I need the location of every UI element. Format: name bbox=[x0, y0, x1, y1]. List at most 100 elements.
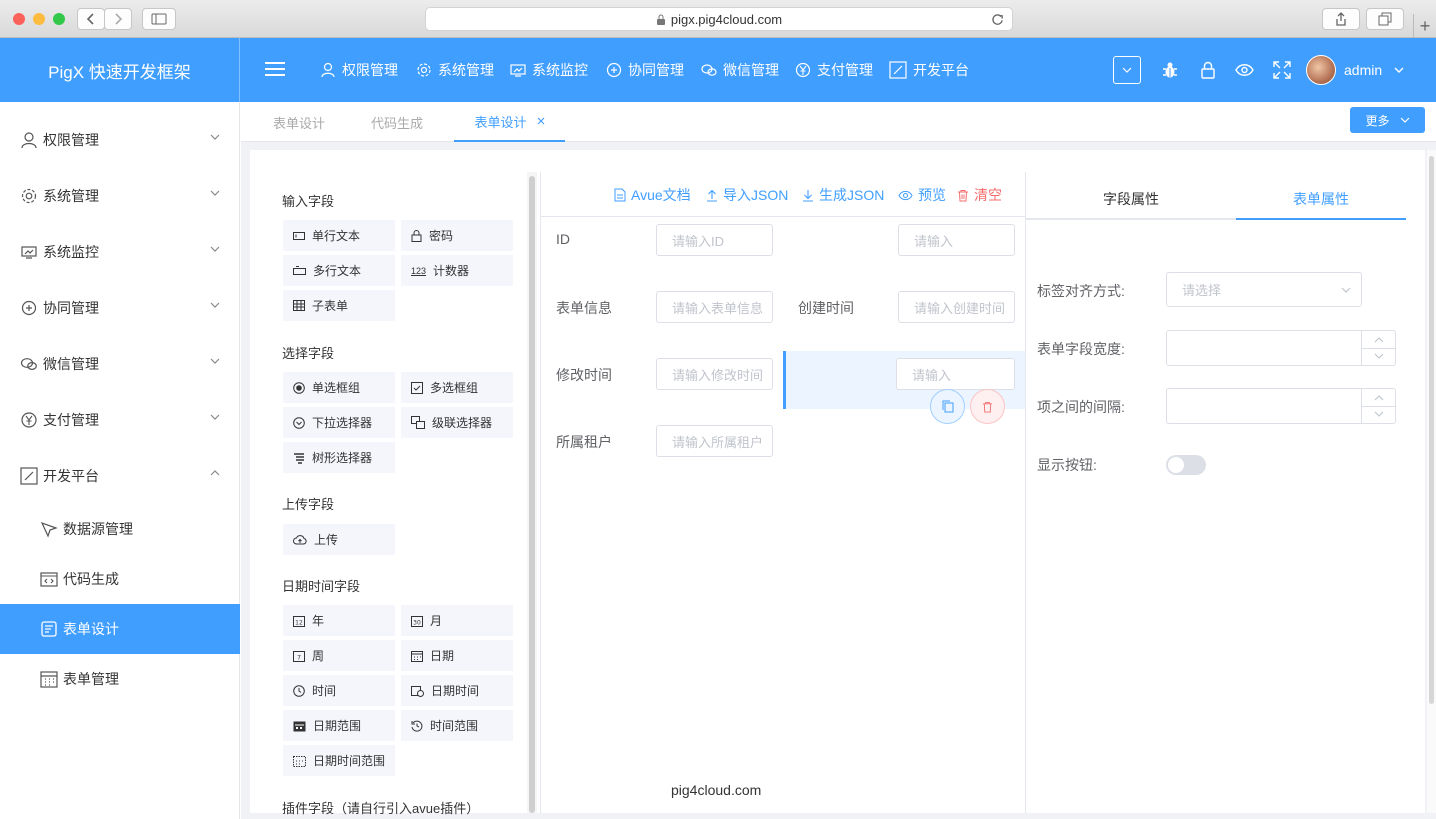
avue-docs-link[interactable]: Avue文档 bbox=[614, 180, 691, 210]
sidebar-subitem-datasource[interactable]: 数据源管理 bbox=[0, 504, 240, 554]
top-menu-devplatform[interactable]: 开发平台 bbox=[889, 38, 969, 102]
hamburger-icon[interactable] bbox=[264, 61, 286, 77]
chevron-up-icon[interactable] bbox=[1374, 395, 1384, 401]
field-year[interactable]: 12 年 bbox=[283, 605, 395, 636]
page-scrollbar[interactable] bbox=[1427, 150, 1436, 813]
user-menu[interactable]: admin bbox=[1344, 38, 1404, 102]
sidebar-item-payment[interactable]: 支付管理 bbox=[0, 392, 240, 448]
form-input-modified[interactable]: 请输入修改时间 bbox=[656, 358, 773, 390]
clear-button[interactable]: 清空 bbox=[957, 180, 1002, 210]
section-title-select: 选择字段 bbox=[282, 346, 335, 361]
form-input-unlabeled[interactable]: 请输入 bbox=[898, 224, 1015, 256]
address-bar[interactable]: pigx.pig4cloud.com bbox=[425, 7, 1013, 31]
page-scrollbar-thumb[interactable] bbox=[1429, 156, 1434, 704]
field-cascader[interactable]: 级联选择器 bbox=[401, 407, 513, 438]
field-single-text[interactable]: 单行文本 bbox=[283, 220, 395, 251]
close-icon[interactable] bbox=[537, 117, 545, 125]
sidebar-item-devplatform[interactable]: 开发平台 bbox=[0, 448, 240, 504]
sidebar-subitem-codegen[interactable]: 代码生成 bbox=[0, 554, 240, 604]
fullscreen-icon[interactable] bbox=[1273, 61, 1291, 79]
prop-select-align[interactable]: 请选择 bbox=[1166, 272, 1362, 307]
sidebar-item-monitor[interactable]: 系统监控 bbox=[0, 224, 240, 280]
lock-icon bbox=[411, 229, 422, 242]
tree-icon bbox=[294, 452, 304, 464]
show-button-switch[interactable] bbox=[1166, 455, 1206, 475]
sidebar-toggle-button[interactable] bbox=[142, 8, 176, 30]
new-tab-button[interactable]: + bbox=[1413, 14, 1436, 38]
number-stepper[interactable] bbox=[1361, 331, 1395, 365]
sidebar-item-permissions[interactable]: 权限管理 bbox=[0, 112, 240, 168]
sidebar-item-wechat[interactable]: 微信管理 bbox=[0, 336, 240, 392]
tabs-overview-button[interactable] bbox=[1366, 8, 1404, 30]
field-week[interactable]: 7周 bbox=[283, 640, 395, 671]
top-menu-collab[interactable]: 协同管理 bbox=[606, 38, 684, 102]
import-json-button[interactable]: 导入JSON bbox=[706, 180, 788, 210]
tab-form-props[interactable]: 表单属性 bbox=[1236, 180, 1406, 220]
tab-formdesign-active[interactable]: 表单设计 bbox=[454, 102, 565, 142]
eye-icon[interactable] bbox=[1235, 63, 1254, 77]
chevron-down-icon[interactable] bbox=[1374, 353, 1384, 359]
chevron-down-icon bbox=[1394, 67, 1404, 73]
top-menu-payment[interactable]: 支付管理 bbox=[795, 38, 873, 102]
top-menu-permissions[interactable]: 权限管理 bbox=[320, 38, 398, 102]
number-stepper[interactable] bbox=[1361, 389, 1395, 423]
top-menu-wechat[interactable]: 微信管理 bbox=[701, 38, 779, 102]
close-window-button[interactable] bbox=[13, 13, 25, 25]
sidebar-subitem-formmanage[interactable]: 表单管理 bbox=[0, 654, 240, 704]
share-button[interactable] bbox=[1322, 8, 1360, 30]
field-tree-select[interactable]: 树形选择器 bbox=[283, 442, 395, 473]
collab-icon bbox=[21, 300, 37, 316]
sidebar-subitem-label: 代码生成 bbox=[63, 571, 119, 587]
dropdown-toggle-button[interactable] bbox=[1113, 56, 1141, 84]
prop-number-width[interactable] bbox=[1166, 330, 1396, 366]
back-button[interactable] bbox=[77, 8, 105, 30]
tab-formdesign-1[interactable]: 表单设计 bbox=[273, 102, 325, 142]
reload-icon[interactable] bbox=[991, 13, 1004, 26]
prop-number-gutter[interactable] bbox=[1166, 388, 1396, 424]
form-input-info[interactable]: 请输入表单信息 bbox=[656, 291, 773, 323]
field-counter[interactable]: 123 计数器 bbox=[401, 255, 513, 286]
sidebar-item-system[interactable]: 系统管理 bbox=[0, 168, 240, 224]
form-input-created[interactable]: 请输入创建时间 bbox=[898, 291, 1015, 323]
field-date-range[interactable]: 日期范围 bbox=[283, 710, 395, 741]
field-upload[interactable]: 上传 bbox=[283, 524, 395, 555]
field-datetime[interactable]: 日期时间 bbox=[401, 675, 513, 706]
preview-button[interactable]: 预览 bbox=[898, 180, 946, 210]
field-select[interactable]: 下拉选择器 bbox=[283, 407, 395, 438]
copy-field-button[interactable] bbox=[930, 389, 965, 424]
field-textarea[interactable]: 多行文本 bbox=[283, 255, 395, 286]
field-checkbox-group[interactable]: 多选框组 bbox=[401, 372, 513, 403]
forward-button[interactable] bbox=[104, 8, 132, 30]
more-button[interactable]: 更多 bbox=[1350, 107, 1425, 133]
field-radio-group[interactable]: 单选框组 bbox=[283, 372, 395, 403]
sidebar-item-collab[interactable]: 协同管理 bbox=[0, 280, 240, 336]
chevron-up-icon[interactable] bbox=[1374, 337, 1384, 343]
top-menu-system[interactable]: 系统管理 bbox=[416, 38, 494, 102]
sidebar-subitem-formdesign[interactable]: 表单设计 bbox=[0, 604, 240, 654]
field-subform[interactable]: 子表单 bbox=[283, 290, 395, 321]
lock-icon[interactable] bbox=[1200, 61, 1216, 79]
field-time-range[interactable]: 时间范围 bbox=[401, 710, 513, 741]
top-menu-monitor[interactable]: 系统监控 bbox=[510, 38, 588, 102]
tab-codegen[interactable]: 代码生成 bbox=[371, 102, 423, 142]
maximize-window-button[interactable] bbox=[53, 13, 65, 25]
minimize-window-button[interactable] bbox=[33, 13, 45, 25]
generate-json-button[interactable]: 生成JSON bbox=[802, 180, 884, 210]
palette-scrollbar[interactable] bbox=[527, 172, 537, 813]
delete-field-button[interactable] bbox=[970, 389, 1005, 424]
form-input-selected[interactable]: 请输入 bbox=[896, 358, 1015, 390]
field-month[interactable]: 30 月 bbox=[401, 605, 513, 636]
field-datetime-range[interactable]: 日期时间范围 bbox=[283, 745, 395, 776]
form-input-tenant[interactable]: 请输入所属租户 bbox=[656, 425, 773, 457]
tab-field-props[interactable]: 字段属性 bbox=[1026, 180, 1236, 220]
number-icon: 123 bbox=[411, 265, 427, 276]
field-time[interactable]: 时间 bbox=[283, 675, 395, 706]
palette-scrollbar-thumb[interactable] bbox=[529, 176, 535, 813]
bug-icon[interactable] bbox=[1161, 61, 1179, 79]
field-password[interactable]: 密码 bbox=[401, 220, 513, 251]
avatar[interactable] bbox=[1306, 55, 1336, 85]
tab-label: 表单设计 bbox=[474, 114, 527, 130]
field-date[interactable]: 日期 bbox=[401, 640, 513, 671]
form-input-id[interactable]: 请输入ID bbox=[656, 224, 773, 256]
chevron-down-icon[interactable] bbox=[1374, 411, 1384, 417]
